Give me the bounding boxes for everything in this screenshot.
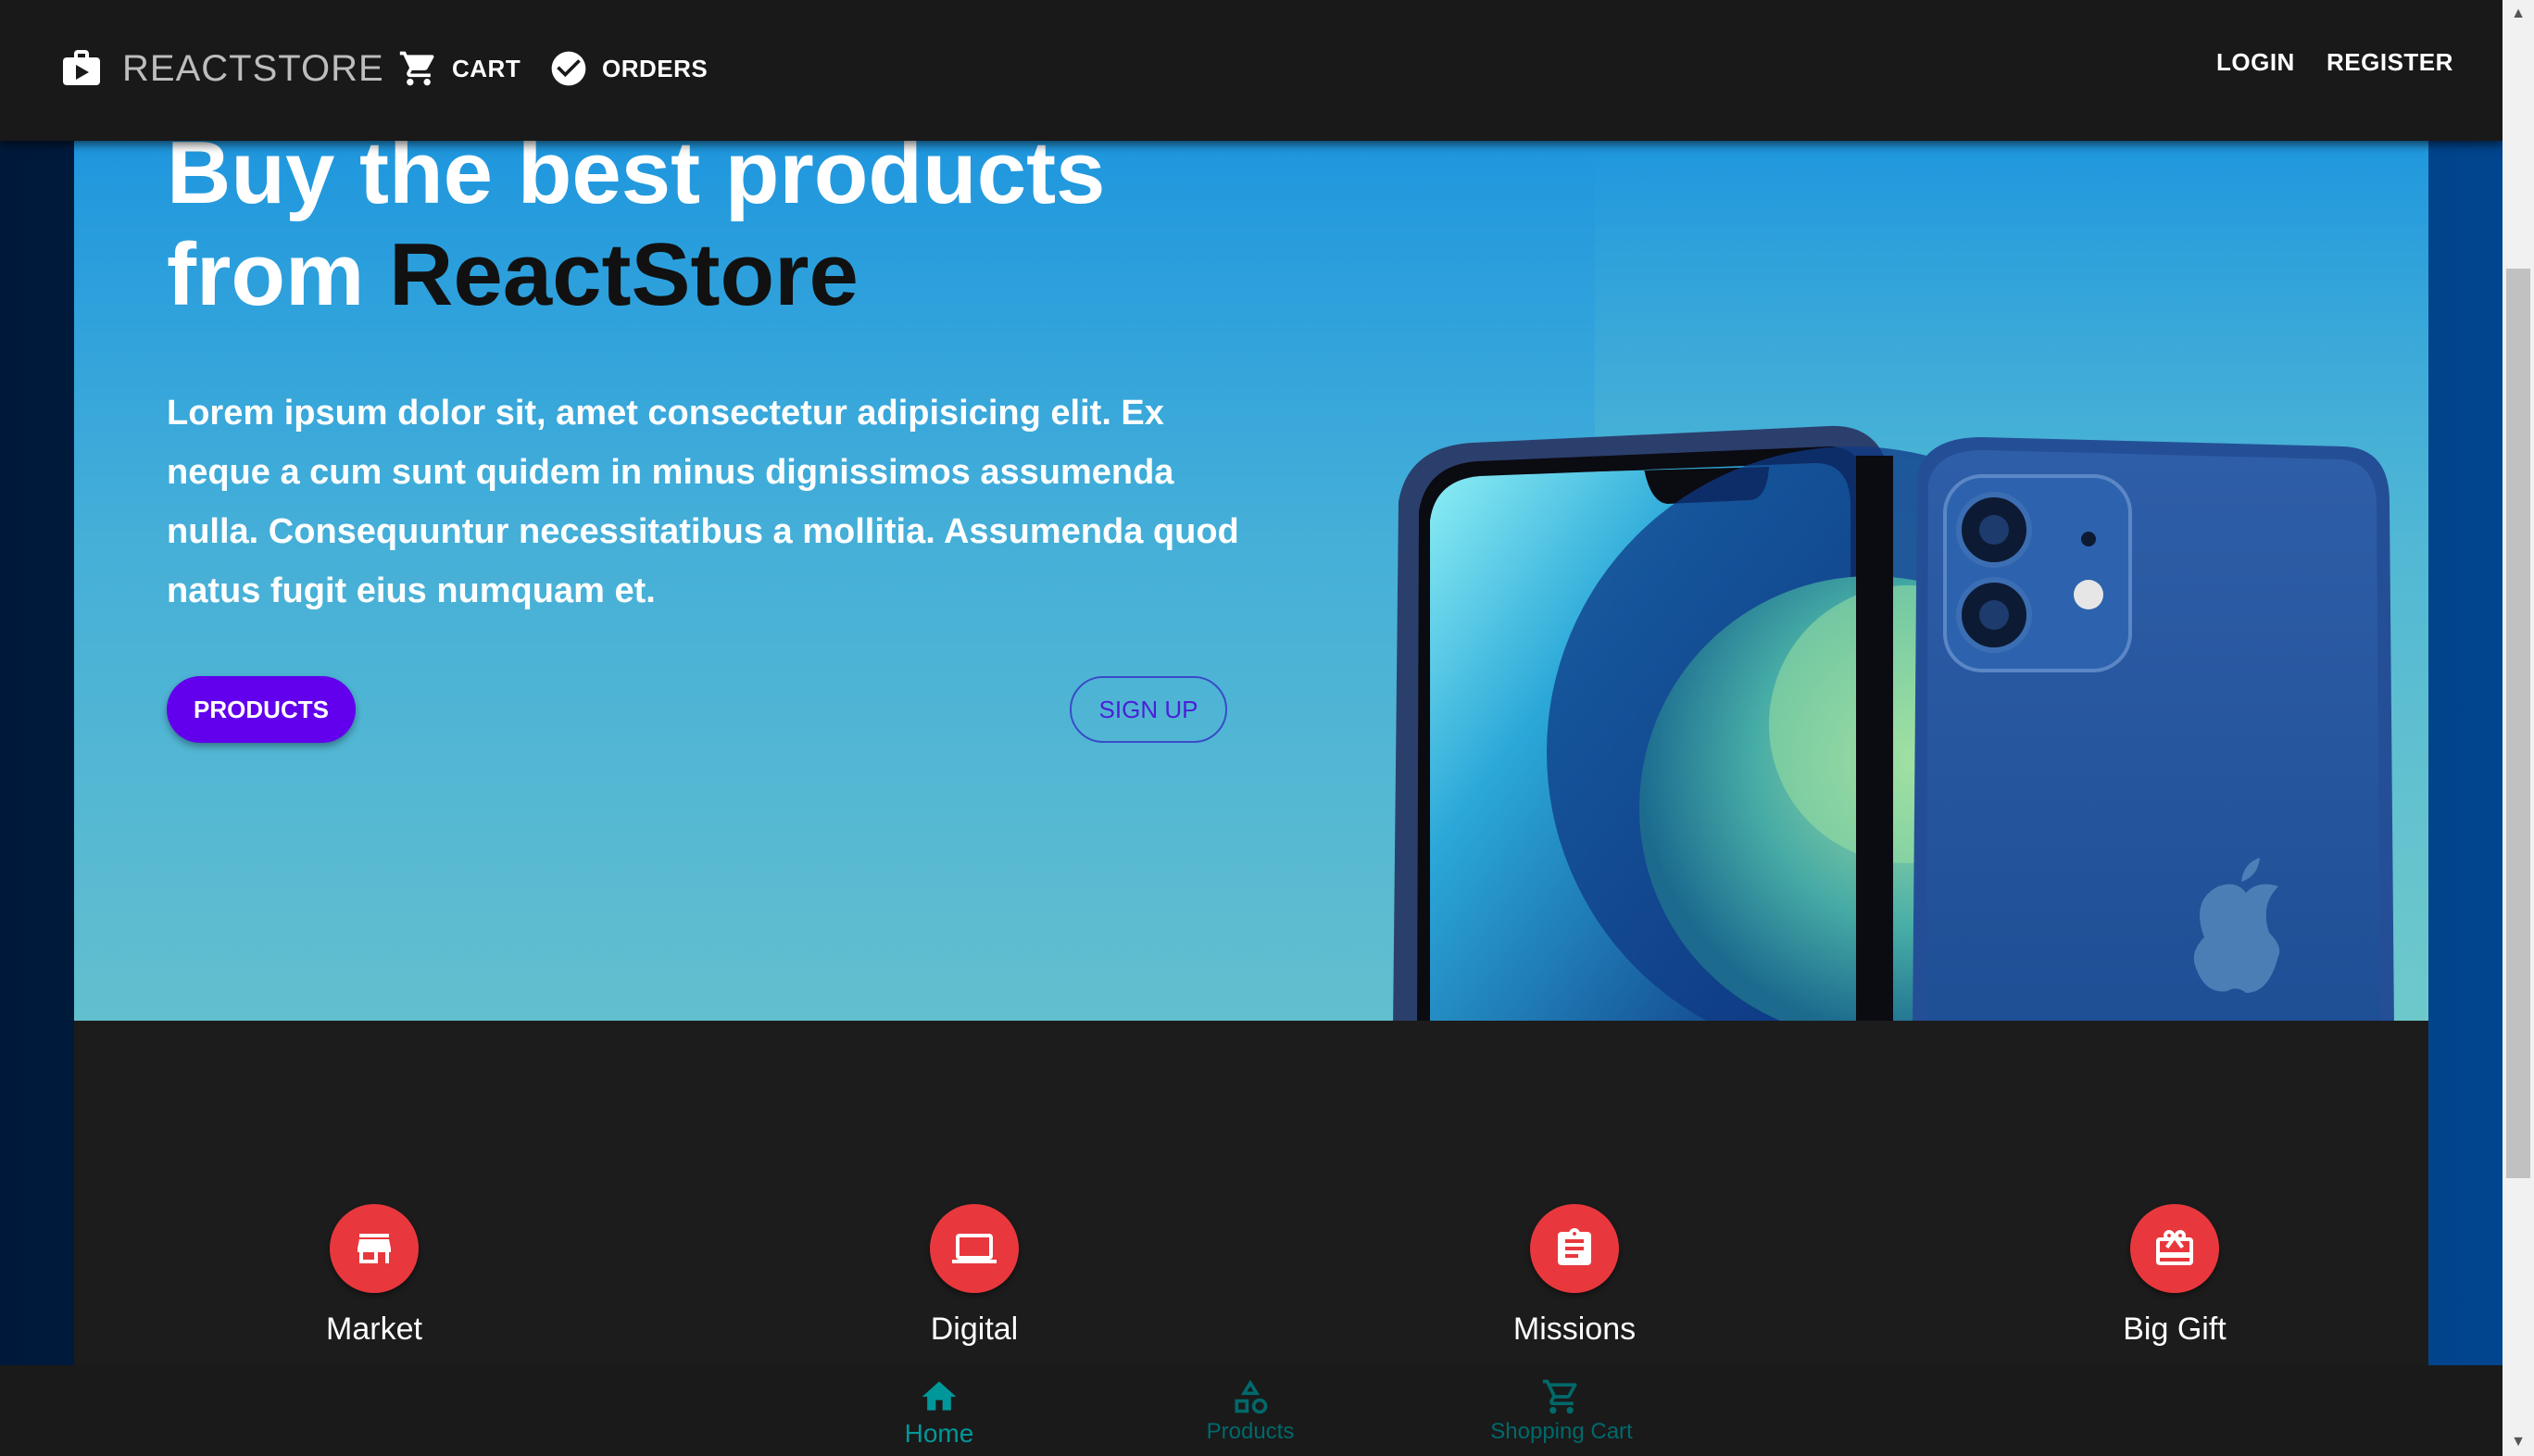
headline-accent: ReactStore bbox=[389, 225, 859, 324]
phones-illustration bbox=[1393, 425, 2394, 1021]
nav-orders-link[interactable]: ORDERS bbox=[548, 48, 708, 89]
feature-missions-label: Missions bbox=[1512, 1312, 1637, 1347]
bottom-nav-products-label: Products bbox=[1206, 1419, 1295, 1444]
headline-line-2: from ReactStore bbox=[167, 224, 1105, 326]
shopping-cart-icon bbox=[1542, 1379, 1577, 1414]
bottom-nav-home[interactable]: Home bbox=[819, 1376, 1060, 1449]
feature-big-gift-circle bbox=[2130, 1204, 2219, 1293]
feature-missions-circle bbox=[1530, 1204, 1619, 1293]
hero-description: Lorem ipsum dolor sit, amet consectetur … bbox=[167, 394, 1239, 610]
scroll-down-arrow-icon[interactable]: ▼ bbox=[2503, 1428, 2534, 1456]
bottom-nav-home-label: Home bbox=[904, 1419, 974, 1448]
gift-card-icon bbox=[2156, 1230, 2193, 1265]
hero-headline: Buy the best products from ReactStore bbox=[167, 141, 1105, 326]
feature-market[interactable]: Market bbox=[263, 1204, 485, 1348]
features-band: Market Digital Missions Big Gift bbox=[74, 1021, 2428, 1365]
headline-line-1: Buy the best products bbox=[167, 141, 1106, 222]
bottom-nav-products[interactable]: Products bbox=[1130, 1376, 1371, 1445]
shopping-bag-play-icon bbox=[63, 50, 100, 85]
signup-button[interactable]: SIGN UP bbox=[1070, 676, 1227, 743]
nav-cart-label: CART bbox=[452, 54, 521, 82]
cart-icon bbox=[399, 51, 434, 86]
feature-market-label: Market bbox=[326, 1312, 422, 1347]
nav-orders-label: ORDERS bbox=[602, 54, 709, 82]
hero-banner: Buy the best products from ReactStore Lo… bbox=[74, 141, 2428, 1021]
login-button[interactable]: LOGIN bbox=[2216, 48, 2295, 77]
feature-big-gift-label: Big Gift bbox=[2123, 1312, 2227, 1347]
products-button[interactable]: PRODUCTS bbox=[167, 676, 356, 743]
app-bar: REACTSTORE CART ORDERS LOGIN REGISTER bbox=[0, 0, 2503, 141]
bottom-nav-shopping-cart[interactable]: Shopping Cart bbox=[1441, 1376, 1682, 1445]
bottom-nav-shopping-cart-label: Shopping Cart bbox=[1490, 1419, 1633, 1444]
scrollbar-thumb[interactable] bbox=[2506, 269, 2530, 1178]
home-icon bbox=[922, 1381, 957, 1411]
bottom-navigation: Home Products Shopping Cart bbox=[0, 1365, 2503, 1456]
feature-market-circle bbox=[330, 1204, 419, 1293]
brand-logo-link[interactable]: REACTSTORE bbox=[59, 46, 384, 91]
feature-digital[interactable]: Digital bbox=[863, 1204, 1085, 1348]
check-circle-icon bbox=[551, 51, 586, 86]
store-icon bbox=[358, 1234, 391, 1263]
scroll-up-arrow-icon[interactable]: ▲ bbox=[2503, 0, 2534, 28]
headline-prefix: from bbox=[167, 225, 389, 324]
feature-digital-label: Digital bbox=[930, 1312, 1019, 1347]
vertical-scrollbar[interactable]: ▲ ▼ bbox=[2503, 0, 2534, 1456]
category-shapes-icon bbox=[1235, 1379, 1268, 1414]
nav-cart-link[interactable]: CART bbox=[398, 48, 521, 89]
feature-missions[interactable]: Missions bbox=[1463, 1204, 1686, 1348]
laptop-icon bbox=[952, 1234, 997, 1263]
feature-big-gift[interactable]: Big Gift bbox=[2064, 1204, 2286, 1348]
register-button[interactable]: REGISTER bbox=[2327, 48, 2453, 77]
clipboard-icon bbox=[1558, 1228, 1591, 1265]
feature-digital-circle bbox=[930, 1204, 1019, 1293]
brand-name: REACTSTORE bbox=[122, 47, 384, 89]
